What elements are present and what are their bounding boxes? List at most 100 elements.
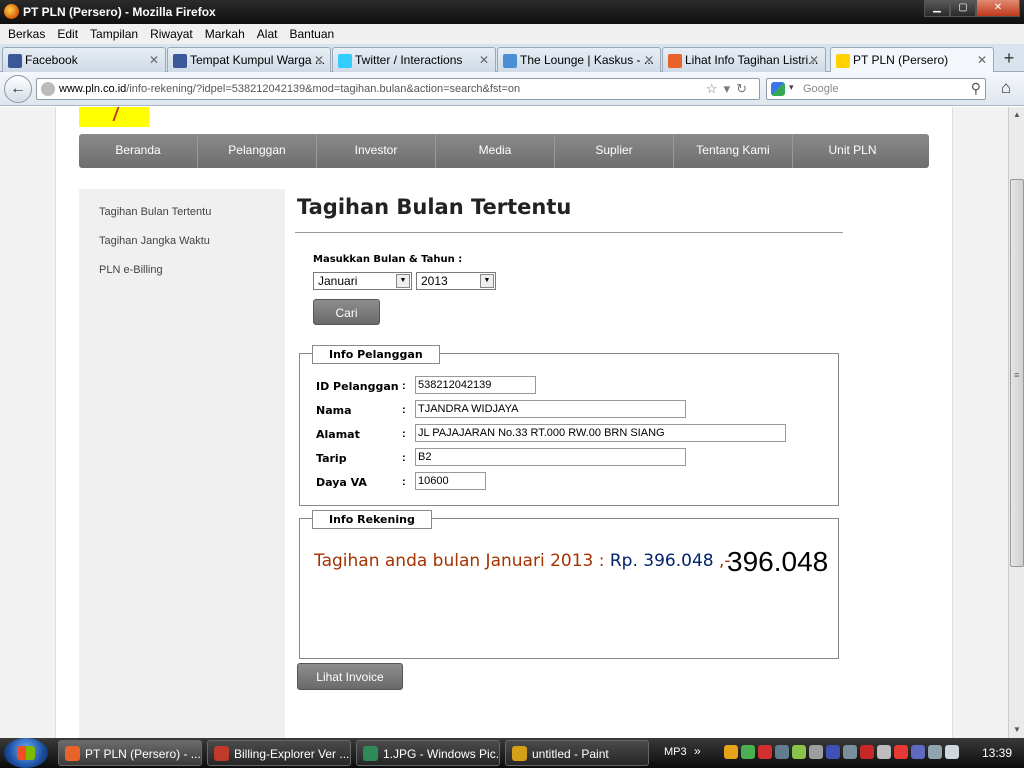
maximize-button[interactable]: ▢ [950,0,976,17]
volume-icon[interactable] [945,745,959,759]
pln-logo[interactable] [79,107,149,127]
field-colon: : [402,428,406,440]
tab-close-icon[interactable]: ✕ [977,53,987,67]
info-pelanggan-panel: Info Pelanggan ID Pelanggan : 5382120421… [299,345,839,506]
taskbar-item-paint[interactable]: untitled - Paint [505,740,649,766]
back-button[interactable]: ← [4,75,32,103]
globe-icon [41,82,55,96]
tab-facebook[interactable]: Facebook ✕ [2,47,166,72]
chevron-down-icon[interactable]: ▼ [480,274,494,288]
google-icon[interactable] [771,82,785,96]
cari-button[interactable]: Cari [313,299,380,325]
menu-alat[interactable]: Alat [251,27,284,41]
year-value: 2013 [421,274,448,288]
tab-label: The Lounge | Kaskus - ... [520,53,654,67]
minimize-button[interactable]: ▁ [924,0,950,17]
tray-app-icon[interactable] [775,745,789,759]
tab-close-icon[interactable]: ✕ [644,53,654,67]
shield-icon[interactable] [860,745,874,759]
sidebar-item-tagihan-bulan[interactable]: Tagihan Bulan Tertentu [99,206,211,218]
help-icon[interactable] [911,745,925,759]
chevron-right-icon[interactable]: » [694,744,701,758]
vertical-scrollbar[interactable]: ▲ ≡ ▼ [1008,107,1024,738]
home-icon[interactable]: ⌂ [994,78,1018,100]
tab-close-icon[interactable]: ✕ [149,53,159,67]
tray-app-icon[interactable] [758,745,772,759]
sidebar-item-e-billing[interactable]: PLN e-Billing [99,264,163,276]
daya-va-field[interactable]: 10600 [415,472,486,490]
site-main-nav: Beranda Pelanggan Investor Media Suplier… [79,134,929,168]
nav-media[interactable]: Media [436,134,555,168]
nav-unit-pln[interactable]: Unit PLN [793,134,912,168]
chevron-down-icon[interactable]: ▾ [789,82,794,93]
search-icon[interactable]: ⚲ [971,80,981,97]
nama-field[interactable]: TJANDRA WIDJAYA [415,400,686,418]
tab-twitter[interactable]: Twitter / Interactions ✕ [332,47,496,72]
tray-app-icon[interactable] [843,745,857,759]
nav-tentang-kami[interactable]: Tentang Kami [674,134,793,168]
nav-investor[interactable]: Investor [317,134,436,168]
mp3-toolbar-label[interactable]: MP3 [664,746,687,758]
tagihan-text: Tagihan anda bulan Januari 2013 : Rp. 39… [314,551,731,571]
chevron-down-icon[interactable]: ▼ [396,274,410,288]
alamat-field[interactable]: JL PAJAJARAN No.33 RT.000 RW.00 BRN SIAN… [415,424,786,442]
taskbar-item-billing-explorer[interactable]: Billing-Explorer Ver ... [207,740,351,766]
paint-icon [512,746,527,761]
new-tab-button[interactable]: + [998,49,1020,69]
tab-kaskus[interactable]: The Lounge | Kaskus - ... ✕ [497,47,661,72]
tab-tempat-kumpul[interactable]: Tempat Kumpul Warga ... ✕ [167,47,331,72]
menu-markah[interactable]: Markah [199,27,251,41]
lihat-invoice-button[interactable]: Lihat Invoice [297,663,403,690]
scroll-down-icon[interactable]: ▼ [1009,722,1024,738]
bookmark-star-icon[interactable]: ☆▾↻ [706,81,753,97]
menu-edit[interactable]: Edit [51,27,84,41]
search-input[interactable]: ▾ Google ⚲ [766,78,986,100]
menu-bantuan[interactable]: Bantuan [283,27,340,41]
nav-beranda[interactable]: Beranda [79,134,198,168]
tab-close-icon[interactable]: ✕ [479,53,489,67]
tab-lihat-info[interactable]: Lihat Info Tagihan Listri... ✕ [662,47,826,72]
tab-label: PT PLN (Persero) [853,53,949,67]
tab-close-icon[interactable]: ✕ [809,53,819,67]
url-bar[interactable]: www.pln.co.id/info-rekening/?idpel=53821… [36,78,760,100]
tray-app-icon[interactable] [877,745,891,759]
menu-tampilan[interactable]: Tampilan [84,27,144,41]
tray-app-icon[interactable] [826,745,840,759]
tab-close-icon[interactable]: ✕ [314,53,324,67]
system-tray [724,745,959,759]
window-title: PT PLN (Persero) - Mozilla Firefox [23,5,216,19]
field-label-daya: Daya VA [316,476,367,489]
field-label-nama: Nama [316,404,352,417]
menu-berkas[interactable]: Berkas [2,27,51,41]
picture-viewer-icon [363,746,378,761]
navigation-bar: ← www.pln.co.id/info-rekening/?idpel=538… [0,72,1024,106]
tray-app-icon[interactable] [894,745,908,759]
taskbar-item-firefox[interactable]: PT PLN (Persero) - ... [58,740,202,766]
start-button[interactable] [4,738,48,768]
tray-app-icon[interactable] [792,745,806,759]
nav-pelanggan[interactable]: Pelanggan [198,134,317,168]
menu-riwayat[interactable]: Riwayat [144,27,199,41]
tarip-field[interactable]: B2 [415,448,686,466]
nav-suplier[interactable]: Suplier [555,134,674,168]
sidebar: Tagihan Bulan Tertentu Tagihan Jangka Wa… [79,189,285,738]
scrollbar-thumb[interactable]: ≡ [1010,179,1024,567]
sidebar-item-tagihan-jangka[interactable]: Tagihan Jangka Waktu [99,235,210,247]
id-pelanggan-field[interactable]: 538212042139 [415,376,536,394]
tab-pln-active[interactable]: PT PLN (Persero) ✕ [830,47,994,73]
network-icon[interactable] [928,745,942,759]
tray-app-icon[interactable] [809,745,823,759]
field-colon: : [402,476,406,488]
field-label-id: ID Pelanggan [316,380,399,393]
tray-app-icon[interactable] [741,745,755,759]
month-select[interactable]: Januari ▼ [313,272,412,290]
taskbar-item-picture-viewer[interactable]: 1.JPG - Windows Pic... [356,740,500,766]
year-select[interactable]: 2013 ▼ [416,272,496,290]
grip-icon: ≡ [1014,370,1020,380]
windows-taskbar: PT PLN (Persero) - ... Billing-Explorer … [0,738,1024,768]
field-colon: : [402,380,406,392]
tray-app-icon[interactable] [724,745,738,759]
window-titlebar: PT PLN (Persero) - Mozilla Firefox ▁ ▢ ✕ [0,0,1024,24]
close-window-button[interactable]: ✕ [976,0,1020,17]
scroll-up-icon[interactable]: ▲ [1009,107,1024,123]
